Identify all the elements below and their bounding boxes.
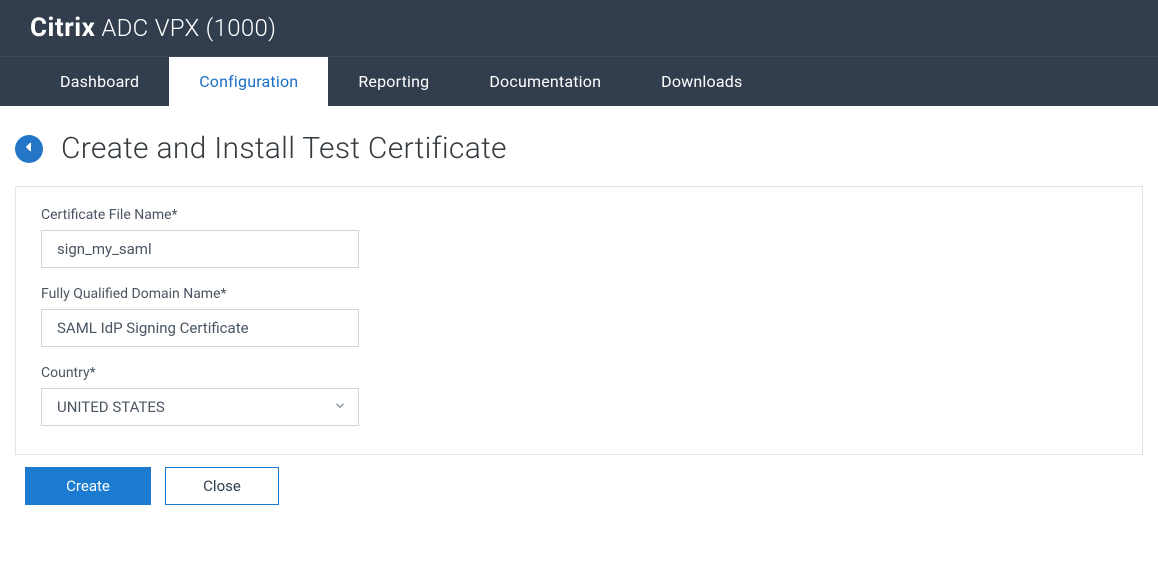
page-header: Create and Install Test Certificate — [15, 131, 1143, 166]
label-fqdn: Fully Qualified Domain Name* — [41, 286, 1117, 302]
arrow-left-icon — [21, 139, 37, 159]
input-cert-file[interactable] — [41, 230, 359, 268]
nav-item-documentation[interactable]: Documentation — [459, 57, 631, 106]
actions-row: Create Close — [15, 467, 1143, 505]
back-button[interactable] — [15, 135, 43, 163]
close-button[interactable]: Close — [165, 467, 279, 505]
brand-rest: ADC VPX (1000) — [101, 14, 276, 42]
form-card: Certificate File Name* Fully Qualified D… — [15, 186, 1143, 455]
page-title: Create and Install Test Certificate — [61, 131, 507, 166]
field-fqdn: Fully Qualified Domain Name* — [41, 286, 1117, 347]
nav-item-dashboard[interactable]: Dashboard — [30, 57, 169, 106]
top-bar: Citrix ADC VPX (1000) — [0, 0, 1158, 56]
select-country[interactable]: UNITED STATES — [41, 388, 359, 426]
create-button[interactable]: Create — [25, 467, 151, 505]
nav-bar: Dashboard Configuration Reporting Docume… — [0, 56, 1158, 106]
field-country: Country* UNITED STATES — [41, 365, 1117, 426]
nav-item-configuration[interactable]: Configuration — [169, 57, 328, 106]
label-cert-file: Certificate File Name* — [41, 207, 1117, 223]
nav-item-downloads[interactable]: Downloads — [631, 57, 772, 106]
brand-strong: Citrix — [30, 13, 95, 43]
label-country: Country* — [41, 365, 1117, 381]
nav-item-reporting[interactable]: Reporting — [328, 57, 459, 106]
select-country-wrapper: UNITED STATES — [41, 388, 359, 426]
input-fqdn[interactable] — [41, 309, 359, 347]
page-body: Create and Install Test Certificate Cert… — [0, 106, 1158, 525]
field-cert-file: Certificate File Name* — [41, 207, 1117, 268]
